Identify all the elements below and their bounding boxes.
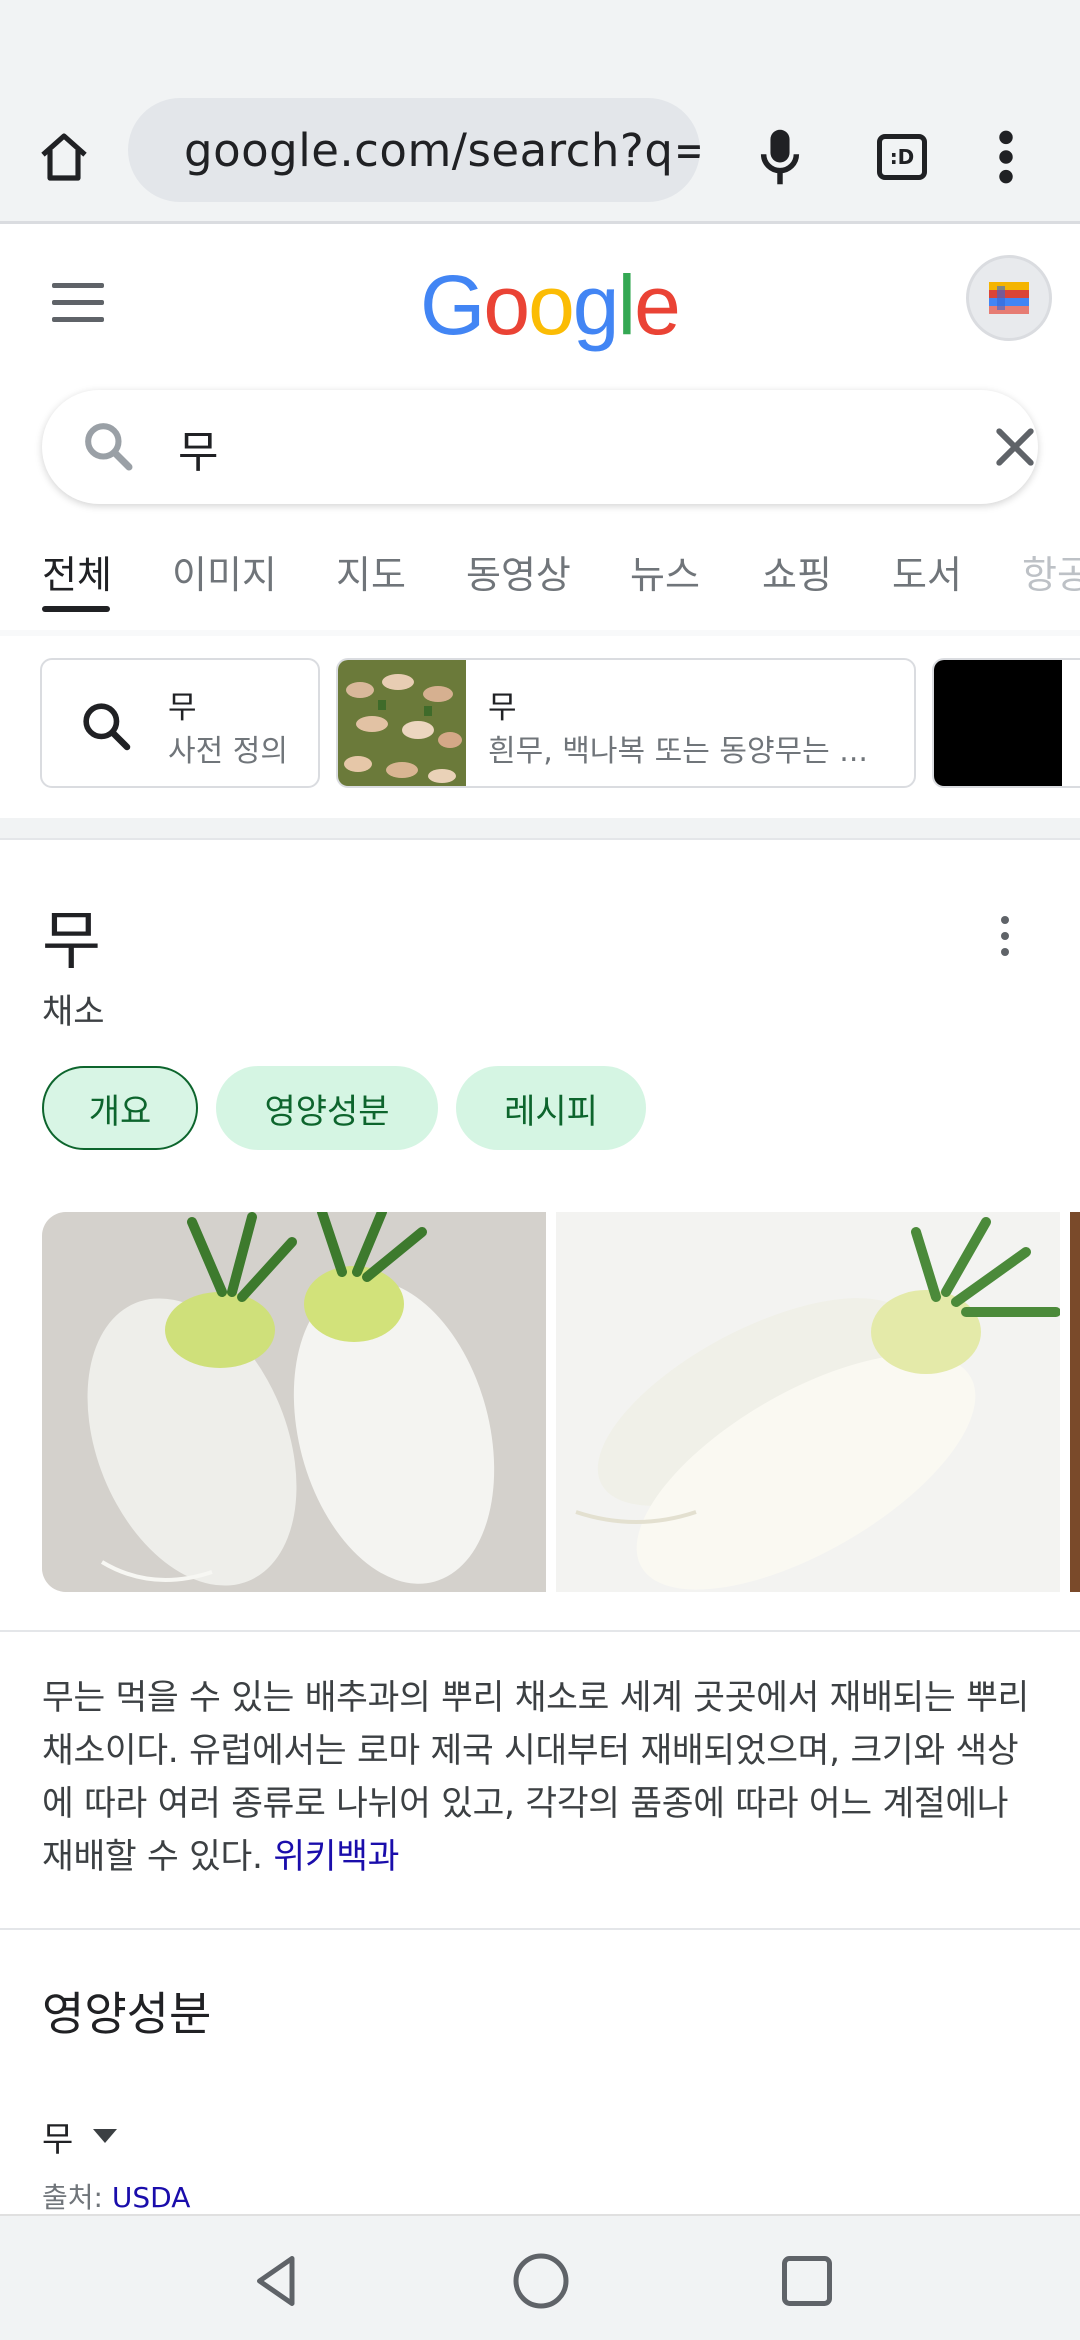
chip-subtitle: 흰무, 백나복 또는 동양무는 ... bbox=[488, 734, 868, 769]
voice-search-button[interactable] bbox=[740, 90, 820, 224]
home-button[interactable] bbox=[22, 90, 106, 224]
nutrition-item-label: 무 bbox=[42, 2120, 74, 2160]
logo-letter: g bbox=[572, 258, 620, 352]
gallery-image[interactable] bbox=[1070, 1212, 1080, 1592]
radish-photo-image bbox=[556, 1212, 1060, 1592]
tab-flights[interactable]: 항공 bbox=[1022, 544, 1080, 599]
active-tab-indicator bbox=[42, 606, 110, 612]
related-chips: 무 사전 정의 무 흰무, 백나복 또는 동양무는 ... bbox=[0, 656, 1080, 790]
search-icon bbox=[83, 703, 131, 751]
clear-icon[interactable] bbox=[988, 420, 1042, 474]
tab-switcher-icon: :D bbox=[877, 134, 927, 180]
home-nav-button[interactable] bbox=[506, 2246, 576, 2316]
chip-subtitle: 사전 정의 bbox=[168, 734, 288, 769]
dropdown-arrow-icon bbox=[93, 2128, 118, 2143]
google-header: Google bbox=[0, 227, 1080, 377]
nutrition-source: 출처: USDA bbox=[42, 2176, 190, 2216]
panel-title: 무 bbox=[42, 905, 101, 979]
pill-nutrition[interactable]: 영양성분 bbox=[216, 1066, 438, 1150]
home-icon bbox=[41, 133, 87, 181]
chip-third[interactable] bbox=[932, 658, 1080, 788]
tab-videos[interactable]: 동영상 bbox=[466, 544, 571, 599]
main-menu-button[interactable] bbox=[52, 283, 104, 323]
gallery-image[interactable] bbox=[42, 1212, 546, 1592]
search-category-tabs: 전체 이미지 지도 동영상 뉴스 쇼핑 도서 항공 bbox=[0, 530, 1080, 630]
recents-button[interactable] bbox=[772, 2246, 842, 2316]
browser-menu-button[interactable] bbox=[966, 90, 1046, 224]
section-divider bbox=[0, 818, 1080, 840]
microphone-icon bbox=[760, 129, 800, 185]
divider bbox=[0, 1928, 1080, 1930]
home-circle-icon bbox=[513, 2253, 569, 2309]
pill-recipes[interactable]: 레시피 bbox=[456, 1066, 646, 1150]
status-bar bbox=[0, 0, 1080, 90]
description-text: 무는 먹을 수 있는 배추과의 뿌리 채소로 세계 곳곳에서 재배되는 뿌리 채… bbox=[42, 1678, 1029, 1877]
wikipedia-link[interactable]: 위키백과 bbox=[273, 1837, 399, 1877]
search-query[interactable]: 무 bbox=[178, 416, 218, 480]
logo-letter: l bbox=[617, 258, 637, 352]
logo-letter: o bbox=[528, 258, 575, 352]
divider bbox=[0, 1630, 1080, 1632]
source-label: 출처: bbox=[42, 2181, 103, 2214]
tab-shopping[interactable]: 쇼핑 bbox=[762, 544, 832, 599]
browser-toolbar: google.com/search?q= :D bbox=[0, 90, 1080, 224]
radish-photo-image bbox=[42, 1212, 546, 1592]
chip-title: 무 bbox=[168, 690, 197, 726]
chip-radish-info[interactable]: 무 흰무, 백나복 또는 동양무는 ... bbox=[336, 658, 916, 788]
gallery-image[interactable] bbox=[556, 1212, 1060, 1592]
avatar-image-icon bbox=[989, 282, 1029, 314]
search-icon bbox=[85, 423, 133, 471]
usda-link[interactable]: USDA bbox=[112, 2181, 191, 2214]
address-bar[interactable]: google.com/search?q= bbox=[128, 98, 700, 202]
search-box[interactable]: 무 bbox=[42, 390, 1038, 504]
tab-images[interactable]: 이미지 bbox=[172, 544, 277, 599]
tab-switcher-button[interactable]: :D bbox=[862, 90, 942, 224]
back-triangle-icon bbox=[257, 2256, 295, 2306]
logo-letter: G bbox=[420, 258, 485, 352]
url-text: google.com/search?q= bbox=[184, 123, 700, 177]
recents-square-icon bbox=[782, 2256, 832, 2306]
panel-more-options-icon[interactable] bbox=[990, 916, 1020, 962]
image-gallery bbox=[42, 1212, 1080, 1592]
divider bbox=[0, 630, 1080, 636]
radish-thumbnail-image bbox=[338, 660, 466, 786]
tab-maps[interactable]: 지도 bbox=[336, 544, 406, 599]
nutrition-item-select[interactable]: 무 bbox=[42, 2112, 118, 2161]
google-logo[interactable]: Google bbox=[420, 257, 681, 354]
tab-books[interactable]: 도서 bbox=[892, 544, 962, 599]
panel-description: 무는 먹을 수 있는 배추과의 뿌리 채소로 세계 곳곳에서 재배되는 뿌리 채… bbox=[42, 1672, 1042, 1884]
nutrition-title: 영양성분 bbox=[42, 1987, 212, 2041]
tab-news[interactable]: 뉴스 bbox=[630, 544, 700, 599]
pill-overview[interactable]: 개요 bbox=[42, 1066, 198, 1150]
chip-thumbnail-image bbox=[934, 660, 1062, 786]
account-avatar[interactable] bbox=[966, 255, 1052, 341]
chip-title: 무 bbox=[488, 690, 517, 726]
panel-subtitle: 채소 bbox=[42, 992, 105, 1032]
system-navigation-bar bbox=[0, 2214, 1080, 2340]
more-vertical-icon bbox=[999, 130, 1013, 184]
back-button[interactable] bbox=[242, 2246, 312, 2316]
tab-all[interactable]: 전체 bbox=[42, 544, 112, 599]
logo-letter: e bbox=[634, 258, 681, 352]
chip-dictionary[interactable]: 무 사전 정의 bbox=[40, 658, 320, 788]
logo-letter: o bbox=[483, 258, 530, 352]
